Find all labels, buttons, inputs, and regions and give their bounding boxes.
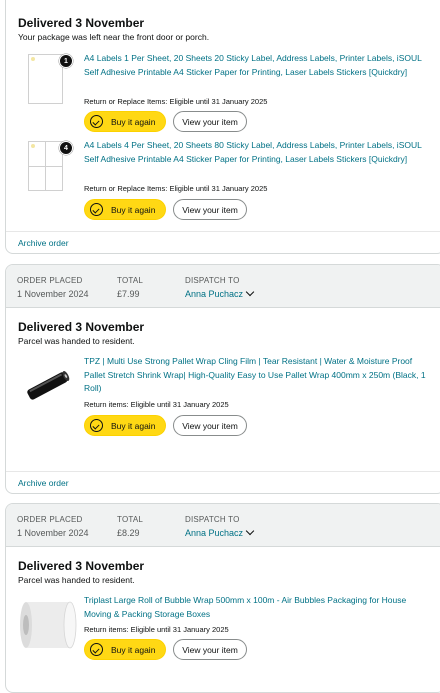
buy-again-button[interactable]: Buy it again — [84, 199, 166, 220]
buy-again-icon — [90, 419, 103, 432]
delivery-status: Delivered 3 November — [18, 559, 145, 573]
order-total-value: £7.99 — [117, 289, 140, 299]
product-image-labels-1[interactable] — [28, 54, 63, 104]
order-placed: ORDER PLACED 1 November 2024 — [17, 276, 89, 300]
buy-again-icon — [90, 203, 103, 216]
view-item-button[interactable]: View your item — [173, 415, 247, 436]
buy-again-icon — [90, 115, 103, 128]
dispatch-to-recipient[interactable]: Anna Puchacz — [185, 287, 255, 300]
order-total-label: TOTAL — [117, 276, 144, 285]
order-header: ORDER PLACED 1 November 2024 TOTAL £7.99… — [6, 265, 440, 308]
order-total: TOTAL £8.29 — [117, 515, 143, 539]
delivery-note: Your package was left near the front doo… — [18, 32, 210, 42]
product-image-pallet-wrap[interactable] — [20, 365, 76, 405]
delivery-note: Parcel was handed to resident. — [18, 575, 135, 585]
return-eligibility: Return or Replace Items: Eligible until … — [84, 184, 268, 193]
label-grid-hline — [29, 166, 62, 167]
dispatch-to: DISPATCH TO Anna Puchacz — [185, 515, 255, 539]
return-eligibility: Return items: Eligible until 31 January … — [84, 400, 229, 409]
order-total-label: TOTAL — [117, 515, 144, 524]
return-eligibility: Return items: Eligible until 31 January … — [84, 625, 229, 634]
recipient-name: Anna Puchacz — [185, 289, 244, 299]
view-item-button[interactable]: View your item — [173, 111, 247, 132]
buy-again-label: Buy it again — [111, 116, 156, 127]
view-item-button[interactable]: View your item — [173, 639, 247, 660]
order-card-2: ORDER PLACED 1 November 2024 TOTAL £7.99… — [5, 264, 440, 494]
buy-again-icon — [90, 643, 103, 656]
buy-again-label: Buy it again — [111, 420, 156, 431]
delivery-status: Delivered 3 November — [18, 320, 145, 334]
order-total-value: £8.29 — [117, 528, 140, 538]
chevron-down-icon — [245, 526, 255, 536]
dispatch-to-recipient[interactable]: Anna Puchacz — [185, 526, 255, 539]
buy-again-button[interactable]: Buy it again — [84, 415, 166, 436]
view-item-button[interactable]: View your item — [173, 199, 247, 220]
buy-again-button[interactable]: Buy it again — [84, 639, 166, 660]
label-corner-mark — [31, 144, 35, 148]
product-title-link[interactable]: Triplast Large Roll of Bubble Wrap 500mm… — [84, 594, 434, 621]
order-placed-value: 1 November 2024 — [17, 528, 89, 538]
order-total: TOTAL £7.99 — [117, 276, 143, 300]
product-title-link[interactable]: A4 Labels 4 Per Sheet, 20 Sheets 80 Stic… — [84, 139, 429, 166]
product-image-bubble-wrap[interactable] — [18, 596, 80, 654]
order-header: ORDER PLACED 1 November 2024 TOTAL £8.29… — [6, 504, 440, 547]
return-eligibility: Return or Replace Items: Eligible until … — [84, 97, 268, 106]
quantity-badge: 1 — [59, 54, 73, 68]
chevron-down-icon — [245, 287, 255, 297]
dispatch-to-label: DISPATCH TO — [185, 515, 240, 524]
buy-again-label: Buy it again — [111, 204, 156, 215]
order-card-1: Delivered 3 November Your package was le… — [5, 0, 440, 254]
buy-again-label: Buy it again — [111, 644, 156, 655]
order-placed-value: 1 November 2024 — [17, 289, 89, 299]
buy-again-button[interactable]: Buy it again — [84, 111, 166, 132]
dispatch-to: DISPATCH TO Anna Puchacz — [185, 276, 255, 300]
order-placed-label: ORDER PLACED — [17, 515, 83, 524]
archive-order-link[interactable]: Archive order — [18, 478, 69, 488]
quantity-badge: 4 — [59, 141, 73, 155]
delivery-status: Delivered 3 November — [18, 16, 145, 30]
divider — [6, 471, 440, 472]
dispatch-to-label: DISPATCH TO — [185, 276, 240, 285]
product-image-labels-4[interactable] — [28, 141, 63, 191]
archive-order-link[interactable]: Archive order — [18, 238, 69, 248]
divider — [6, 231, 440, 232]
order-placed: ORDER PLACED 1 November 2024 — [17, 515, 89, 539]
product-title-link[interactable]: TPZ | Multi Use Strong Pallet Wrap Cling… — [84, 355, 434, 396]
label-corner-mark — [31, 57, 35, 61]
order-card-3: ORDER PLACED 1 November 2024 TOTAL £8.29… — [5, 503, 440, 693]
recipient-name: Anna Puchacz — [185, 528, 244, 538]
product-title-link[interactable]: A4 Labels 1 Per Sheet, 20 Sheets 20 Stic… — [84, 52, 429, 79]
order-placed-label: ORDER PLACED — [17, 276, 83, 285]
delivery-note: Parcel was handed to resident. — [18, 336, 135, 346]
